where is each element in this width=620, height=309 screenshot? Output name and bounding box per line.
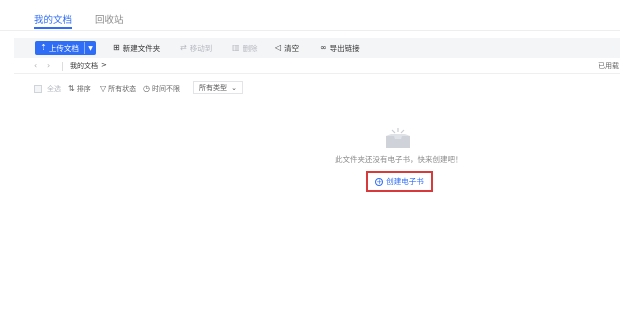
upload-dropdown-button[interactable]: ▼	[85, 41, 96, 55]
storage-used-label: 已用载	[598, 62, 619, 70]
plus-circle-icon: +	[375, 177, 384, 186]
upload-document-button[interactable]: ⇡ 上传文档	[35, 41, 84, 55]
delete-label: 删除	[242, 43, 258, 53]
nav-divider-line	[14, 73, 620, 74]
move-to-button[interactable]: ⇄ 移动到	[180, 41, 212, 55]
status-filter-label: 所有状态	[108, 85, 137, 93]
upload-label: 上传文档	[48, 43, 79, 53]
upload-icon: ⇡	[40, 43, 47, 52]
delete-button[interactable]: ▥ 删除	[232, 41, 258, 55]
breadcrumb-my-documents[interactable]: 我的文档	[70, 61, 98, 71]
status-filter[interactable]: ▽ 所有状态	[100, 83, 136, 95]
tab-my-documents[interactable]: 我的文档	[34, 12, 72, 26]
create-ebook-button[interactable]: + 创建电子书	[366, 171, 433, 192]
tab-recycle-bin[interactable]: 回收站	[95, 12, 124, 26]
breadcrumb: 我的文档 >	[70, 61, 107, 71]
filter-icon: ▽	[100, 84, 107, 93]
time-filter-label: 时间不限	[151, 85, 180, 93]
empty-box-icon	[386, 128, 410, 148]
select-all-checkbox[interactable]: 全选	[34, 83, 61, 95]
move-icon: ⇄	[180, 43, 187, 52]
move-label: 移动到	[189, 43, 213, 53]
tabs-divider	[0, 30, 620, 31]
create-ebook-label: 创建电子书	[386, 177, 424, 186]
export-link-label: 导出链接	[329, 43, 360, 53]
back-arrow-icon[interactable]: ‹	[34, 61, 37, 70]
sort-button[interactable]: ⇅ 排序	[68, 83, 91, 95]
sort-label: 排序	[76, 85, 91, 93]
new-folder-button[interactable]: ⊞ 新建文件夹	[113, 41, 160, 55]
clear-button[interactable]: ◁ 清空	[275, 41, 299, 55]
clock-icon: ◷	[143, 84, 150, 93]
breadcrumb-arrow: >	[101, 61, 107, 69]
empty-state-message: 此文件夹还没有电子书，快来创建吧！	[335, 155, 463, 164]
toolbar	[14, 38, 620, 58]
select-all-label: 全选	[47, 85, 61, 93]
nav-divider	[62, 62, 63, 71]
new-folder-label: 新建文件夹	[122, 43, 161, 53]
type-select[interactable]: 所有类型 ⌄	[193, 81, 243, 94]
type-select-value: 所有类型	[199, 83, 227, 92]
trash-icon: ▥	[232, 43, 240, 52]
eraser-icon: ◁	[275, 43, 282, 52]
time-filter[interactable]: ◷ 时间不限	[143, 83, 180, 95]
chevron-down-icon: ⌄	[231, 83, 237, 92]
checkbox-box	[34, 85, 42, 93]
chevron-down-icon: ▼	[88, 44, 93, 52]
link-icon: ∞	[320, 43, 327, 52]
sort-icon: ⇅	[68, 84, 75, 93]
folder-plus-icon: ⊞	[113, 43, 120, 52]
export-link-button[interactable]: ∞ 导出链接	[320, 41, 360, 55]
active-tab-indicator	[34, 27, 72, 29]
forward-arrow-icon[interactable]: ›	[47, 61, 50, 70]
clear-label: 清空	[284, 43, 300, 53]
upload-button-group: ⇡ 上传文档 ▼	[35, 41, 96, 55]
